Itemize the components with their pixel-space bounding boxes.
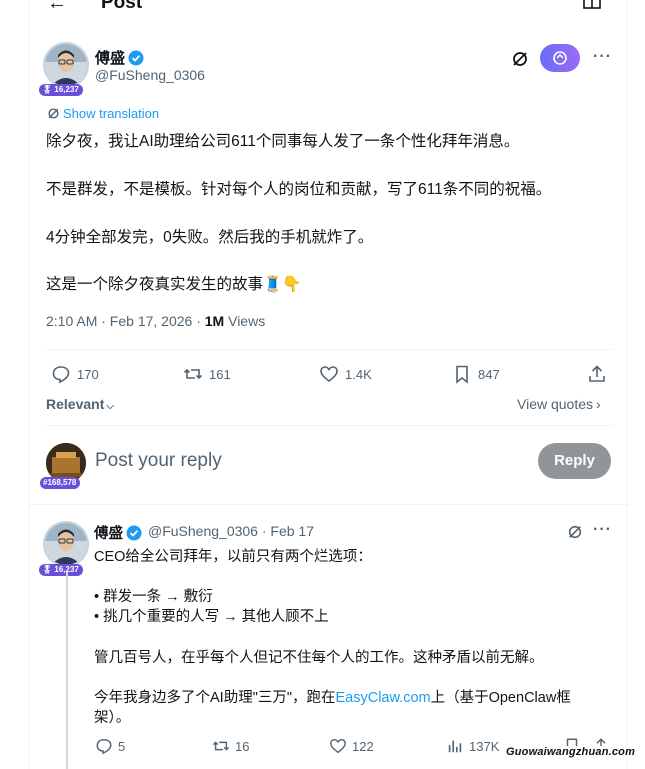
reply-text-line: CEO给全公司拜年，以前只有两个烂选项： (94, 549, 372, 565)
chevron-right-icon: › (596, 396, 601, 412)
grok-slash-icon[interactable] (567, 524, 583, 540)
reply-more-options-icon[interactable]: ··· (593, 521, 612, 539)
watermark: Guowaiwangzhuan.com (504, 746, 638, 758)
reply-text-line: 管几百号人，在乎每个人但记不住每个人的工作。这种矛盾以前无解。 (94, 650, 544, 666)
reply-text-line: 架）。 (94, 710, 131, 726)
back-arrow-icon[interactable]: ← (47, 0, 67, 15)
reply-reply-action[interactable]: 5 (95, 737, 125, 755)
reply-action[interactable]: 170 (51, 364, 99, 384)
share-action[interactable] (587, 364, 607, 384)
reply-views-action[interactable]: 137K (446, 737, 499, 755)
divider (45, 425, 613, 426)
repost-icon (212, 741, 230, 751)
reply-author-avatar[interactable] (43, 521, 89, 567)
author-rank-badge: 🎖 16,237 (39, 84, 83, 96)
bookmark-icon (456, 365, 468, 384)
post-timestamp[interactable]: 2:10 AM · Feb 17, 2026 · 1M Views (46, 313, 265, 329)
analytics-icon (448, 740, 462, 753)
author-name[interactable]: 傅盛 (95, 47, 144, 68)
author-avatar[interactable] (43, 42, 89, 88)
sort-relevant-dropdown[interactable]: Relevant ⌵ (46, 396, 114, 412)
reply-like-action[interactable]: 122 (329, 737, 374, 755)
top-bar: ← Post (29, 0, 629, 14)
reply-repost-action[interactable]: 16 (212, 737, 249, 755)
views-count: 1M (204, 313, 225, 329)
bookmark-action[interactable]: 847 (452, 364, 500, 384)
view-quotes-link[interactable]: View quotes › (517, 396, 601, 412)
reply-text-line: • 群发一条 → 敷衍 (94, 589, 213, 605)
like-action[interactable]: 1.4K (319, 364, 372, 384)
reply-handle-date[interactable]: @FuSheng_0306 · Feb 17 (148, 523, 314, 539)
repost-action[interactable]: 161 (183, 364, 231, 384)
verified-badge-icon (128, 50, 144, 66)
page-title: Post (101, 0, 143, 13)
post-text-line: 4分钟全部发完，0失败。然后我的手机就炸了。 (46, 229, 374, 246)
share-icon (589, 365, 605, 382)
heart-icon (320, 366, 338, 383)
easyclaw-link[interactable]: EasyClaw.com (336, 690, 431, 706)
chevron-down-icon: ⌵ (106, 401, 114, 412)
repost-icon (183, 368, 203, 380)
reply-text-line: • 挑几个重要的人写 → 其他人顾不上 (94, 609, 329, 625)
reply-text-line: 今年我身边多了个AI助理"三万"，跑在EasyClaw.com上（基于OpenC… (94, 690, 571, 706)
divider (29, 504, 629, 505)
user-rank-badge: #168,578 (40, 477, 81, 489)
reply-icon (96, 738, 112, 755)
more-options-icon[interactable]: ··· (593, 48, 612, 66)
reply-icon (52, 366, 70, 384)
show-translation-link[interactable]: Show translation (47, 106, 159, 121)
reply-input[interactable]: Post your reply (95, 450, 222, 472)
thread-connector-line (66, 572, 68, 769)
post-text-line: 这是一个除夕夜真实发生的故事🧵👇 (46, 276, 302, 293)
verified-badge-icon (126, 525, 142, 541)
grok-slash-icon (48, 108, 59, 119)
grok-slash-icon[interactable] (511, 50, 529, 68)
reply-button[interactable]: Reply (538, 443, 611, 479)
author-handle[interactable]: @FuSheng_0306 (95, 67, 205, 83)
post-text-line: 除夕夜，我让AI助理给公司611个同事每人发了一条个性化拜年消息。 (46, 133, 520, 150)
heart-icon (330, 738, 346, 754)
reader-mode-icon[interactable] (583, 0, 601, 10)
reply-author-name[interactable]: 傅盛 (94, 522, 142, 543)
divider (45, 349, 613, 350)
post-text-line: 不是群发，不是模板。针对每个人的岗位和贡献，写了611条不同的祝福。 (46, 181, 552, 198)
grok-explain-button[interactable] (540, 44, 580, 72)
post-column: ← Post 🎖 16,237 傅盛 @FuSheng_0306 ··· Sho… (28, 0, 629, 769)
reply-author-rank-badge: 🎖 16,237 (39, 564, 83, 576)
